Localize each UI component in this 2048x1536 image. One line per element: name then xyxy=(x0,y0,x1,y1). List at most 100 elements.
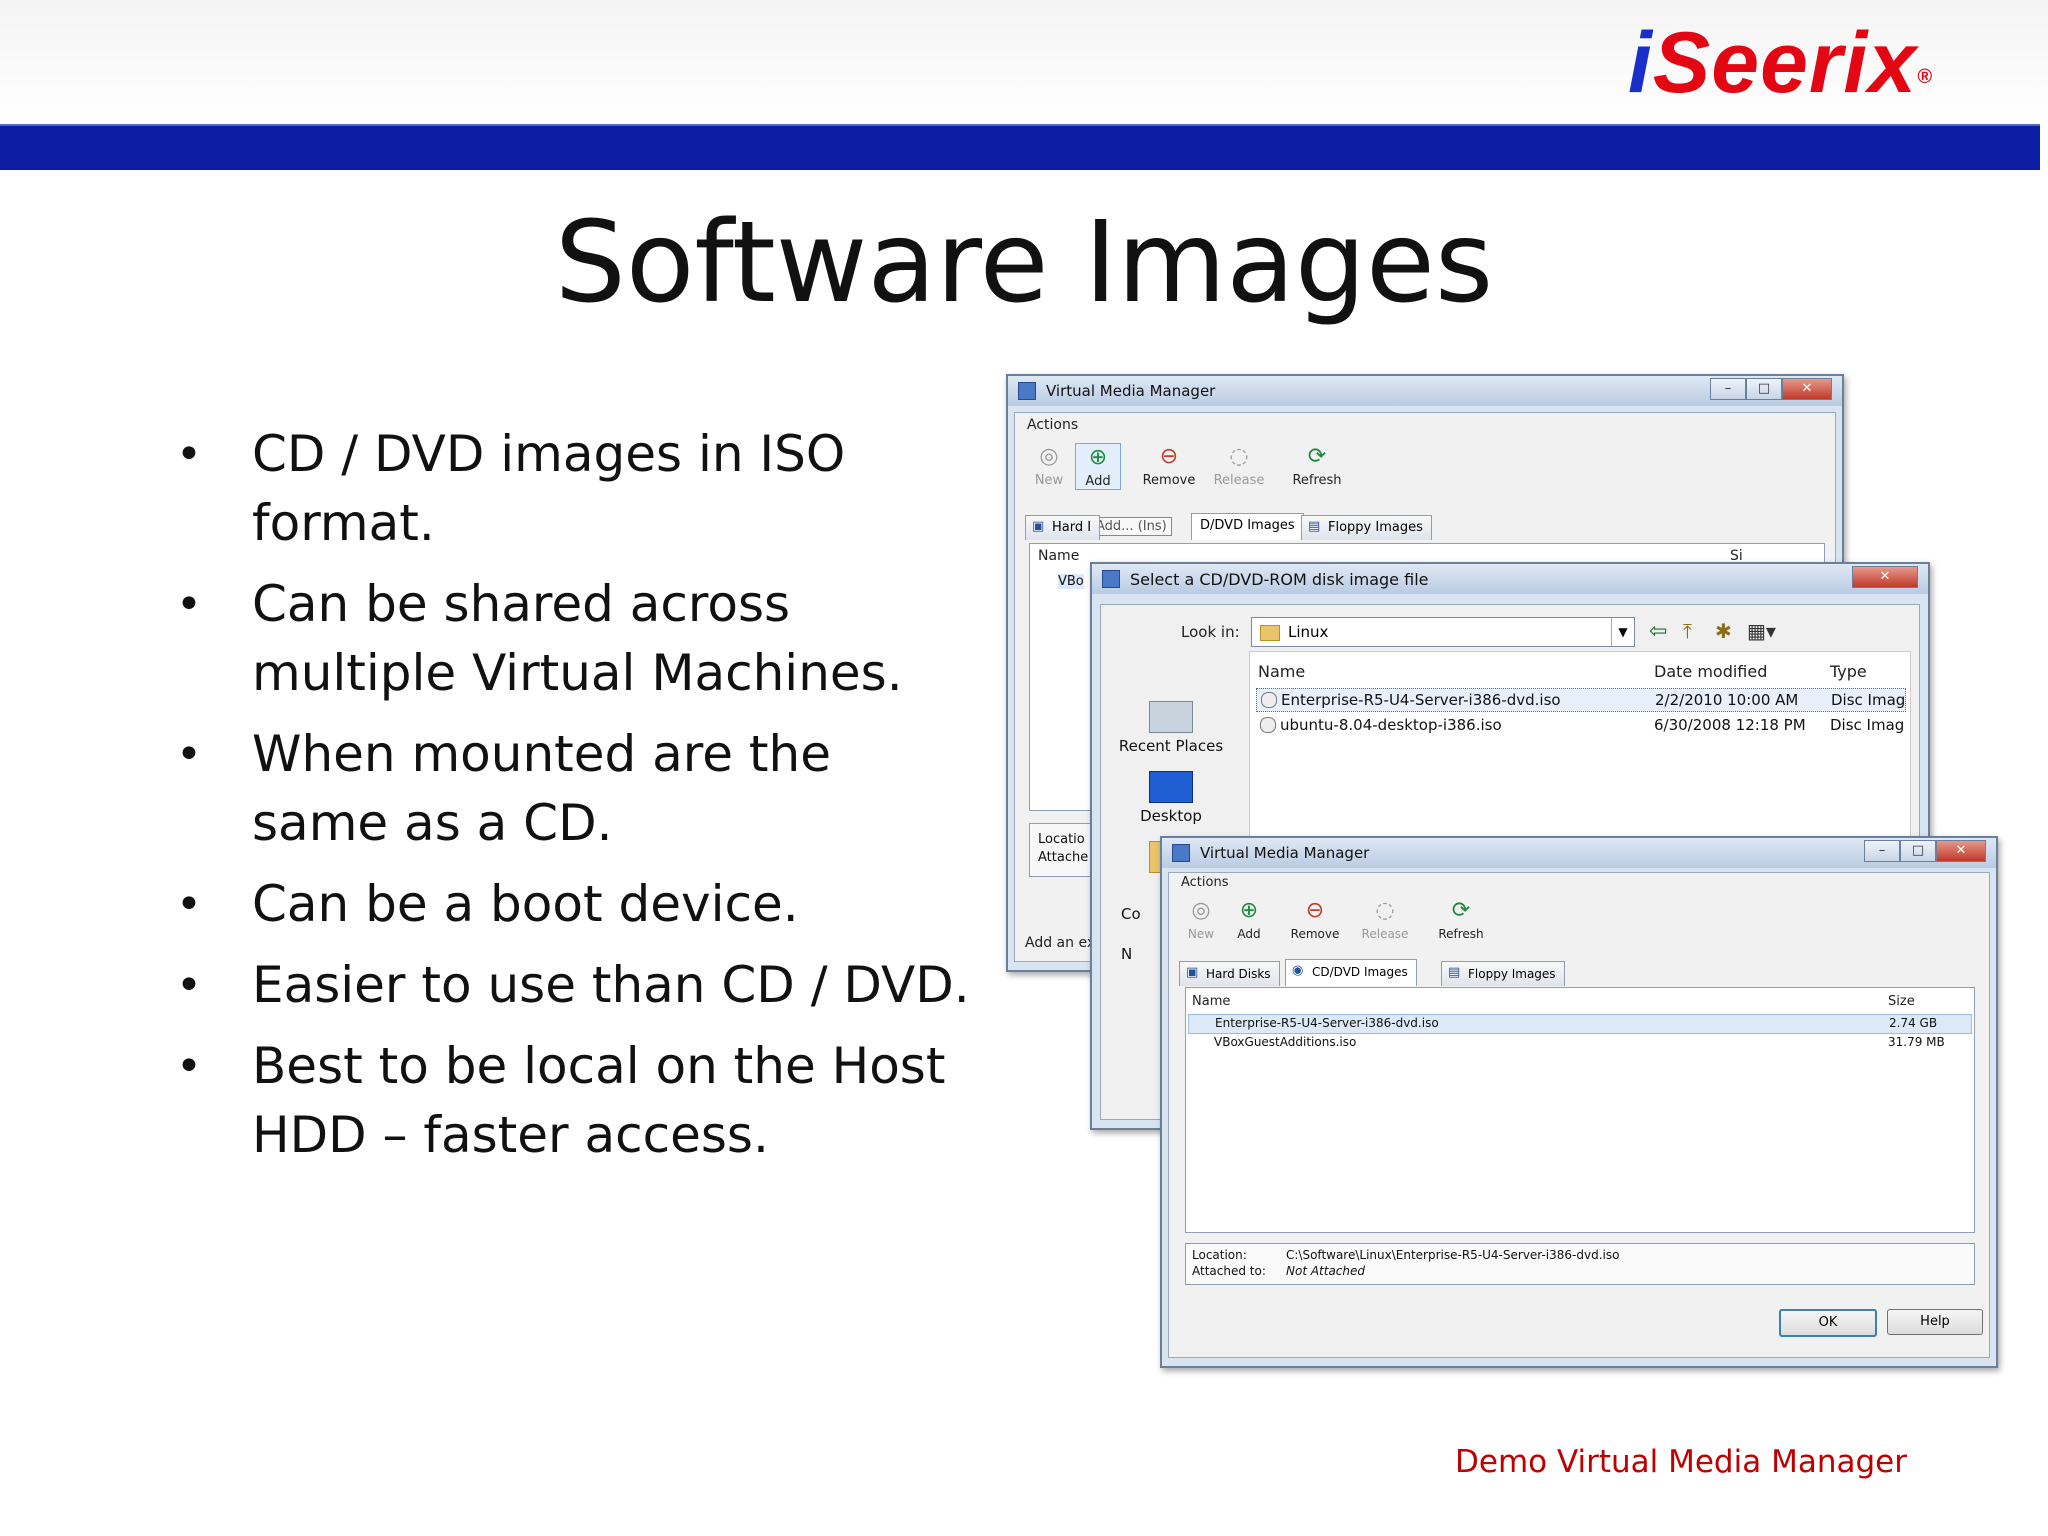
iseerix-logo: iSeerix® xyxy=(1628,15,1933,111)
new-button[interactable]: ◎ New xyxy=(1027,444,1071,489)
cd-icon: ◉ xyxy=(1292,963,1304,978)
close-button[interactable]: ✕ xyxy=(1936,840,1986,862)
location-value: C:\Software\Linux\Enterprise-R5-U4-Serve… xyxy=(1286,1248,1620,1262)
refresh-button[interactable]: ⟳ Refresh xyxy=(1287,444,1347,489)
window-title: Virtual Media Manager xyxy=(1200,844,1370,862)
media-list[interactable]: Name Size Enterprise-R5-U4-Server-i386-d… xyxy=(1185,987,1975,1233)
vmm-front-window: Virtual Media Manager – □ ✕ Actions ◎ New… xyxy=(1160,836,1998,1368)
attached-label: Attache xyxy=(1038,850,1089,865)
bullet-item: • Can be shared across multiple Virtual M… xyxy=(170,570,970,708)
look-in-combo[interactable]: Linux ▼ xyxy=(1251,617,1635,647)
iso-file-icon xyxy=(1260,717,1276,733)
places-desktop[interactable]: Desktop xyxy=(1111,771,1231,825)
window-body: Actions ◎ New ⊕ Add ⊖ Remove ◌ Release ⟳ Refr… xyxy=(1168,872,1990,1358)
table-row[interactable]: Enterprise-R5-U4-Server-i386-dvd.iso 2.7… xyxy=(1188,1014,1972,1034)
new-button[interactable]: ◎ New xyxy=(1179,899,1223,942)
title-bar: Select a CD/DVD-ROM disk image file ✕ xyxy=(1092,564,1928,594)
date-column-header[interactable]: Date modified xyxy=(1654,662,1767,681)
window-title: Virtual Media Manager xyxy=(1046,382,1216,400)
release-disk-icon: ◌ xyxy=(1229,444,1249,469)
bullet-dot: • xyxy=(176,429,202,480)
bullet-dot: • xyxy=(176,1041,202,1092)
size-column-header[interactable]: Size xyxy=(1888,994,1915,1009)
header-blue-bar xyxy=(0,124,2040,170)
folder-icon xyxy=(1260,624,1280,641)
add-disk-icon: ⊕ xyxy=(1088,445,1108,470)
location-label: Locatio xyxy=(1038,832,1085,847)
remove-disk-icon: ⊖ xyxy=(1159,444,1179,469)
name-column-header[interactable]: Name xyxy=(1192,994,1230,1009)
tab-hard-disks[interactable]: ▣ Hard Disks xyxy=(1179,961,1280,986)
status-text: Add an ex xyxy=(1025,935,1096,951)
actions-label: Actions xyxy=(1181,875,1229,890)
name-column-header[interactable]: Name xyxy=(1038,548,1079,564)
refresh-button[interactable]: ⟳ Refresh xyxy=(1431,898,1491,942)
remove-button[interactable]: ⊖ Remove xyxy=(1139,444,1199,489)
view-menu-icon[interactable]: ▦▾ xyxy=(1747,619,1776,643)
refresh-icon: ⟳ xyxy=(1451,898,1471,923)
iso-file-icon xyxy=(1261,692,1277,708)
add-tooltip: Add... (Ins) xyxy=(1091,517,1172,536)
virtualbox-icon xyxy=(1102,570,1120,588)
dialog-title: Select a CD/DVD-ROM disk image file xyxy=(1130,570,1429,589)
chevron-down-icon[interactable]: ▼ xyxy=(1611,618,1634,646)
help-button[interactable]: Help xyxy=(1887,1309,1983,1335)
look-in-label: Look in: xyxy=(1181,623,1240,641)
attached-label: Attached to: xyxy=(1192,1264,1266,1278)
table-row[interactable]: VBoxGuestAdditions.iso 31.79 MB xyxy=(1188,1034,1970,1052)
bullet-item: • Best to be local on the Host HDD – fast… xyxy=(170,1032,970,1170)
hard-disk-icon: ▣ xyxy=(1186,965,1199,980)
details-panel: Location: C:\Software\Linux\Enterprise-R… xyxy=(1185,1243,1975,1285)
hard-disk-icon: ▣ xyxy=(1032,519,1045,534)
release-button[interactable]: ◌ Release xyxy=(1209,444,1269,489)
refresh-icon: ⟳ xyxy=(1307,444,1327,469)
bullet-item: • Can be a boot device. xyxy=(170,870,970,939)
places-recent[interactable]: Recent Places xyxy=(1111,701,1231,755)
up-folder-icon[interactable]: ⤒ xyxy=(1683,619,1692,643)
minimize-button[interactable]: – xyxy=(1864,840,1900,862)
release-button[interactable]: ◌ Release xyxy=(1355,898,1415,942)
attached-value: Not Attached xyxy=(1286,1264,1366,1278)
list-item[interactable]: VBo xyxy=(1058,574,1084,589)
new-disk-icon: ◎ xyxy=(1039,444,1059,469)
type-column-header[interactable]: Type xyxy=(1830,662,1867,681)
remove-disk-icon: ⊖ xyxy=(1305,898,1325,923)
release-disk-icon: ◌ xyxy=(1375,898,1395,923)
add-disk-icon: ⊕ xyxy=(1239,898,1259,923)
minimize-button[interactable]: – xyxy=(1710,378,1746,400)
bullet-dot: • xyxy=(176,960,202,1011)
bullet-item: • When mounted are the same as a CD. xyxy=(170,720,970,858)
add-button[interactable]: ⊕ Add xyxy=(1227,898,1271,942)
file-row[interactable]: Enterprise-R5-U4-Server-i386-dvd.iso 2/2… xyxy=(1256,688,1906,712)
virtualbox-icon xyxy=(1172,844,1190,862)
title-bar: Virtual Media Manager – □ ✕ xyxy=(1162,838,1996,868)
desktop-icon xyxy=(1149,771,1193,803)
new-folder-icon[interactable]: ✱ xyxy=(1715,619,1732,643)
location-label: Location: xyxy=(1192,1248,1247,1262)
bullet-item: • CD / DVD images in ISO format. xyxy=(170,420,970,558)
add-button[interactable]: ⊕ Add xyxy=(1075,443,1121,490)
ok-button[interactable]: OK xyxy=(1779,1309,1877,1337)
floppy-icon: ▤ xyxy=(1308,519,1321,534)
tab-floppy-images[interactable]: ▤ Floppy Images xyxy=(1301,515,1432,540)
recent-places-icon xyxy=(1149,701,1193,733)
tab-cd-dvd-images[interactable]: ◉ CD/DVD Images xyxy=(1285,959,1417,986)
actions-label: Actions xyxy=(1027,417,1079,433)
tab-floppy-images[interactable]: ▤ Floppy Images xyxy=(1441,961,1565,986)
maximize-button[interactable]: □ xyxy=(1900,840,1936,862)
maximize-button[interactable]: □ xyxy=(1746,378,1782,400)
name-column-header[interactable]: Name xyxy=(1258,662,1305,681)
close-button[interactable]: ✕ xyxy=(1782,378,1832,400)
back-icon[interactable]: ⇦ xyxy=(1649,619,1667,644)
bullet-list: • CD / DVD images in ISO format. • Can be … xyxy=(170,420,970,1182)
bullet-dot: • xyxy=(176,729,202,780)
virtualbox-icon xyxy=(1018,382,1036,400)
floppy-icon: ▤ xyxy=(1448,965,1461,980)
title-bar: Virtual Media Manager – □ ✕ xyxy=(1008,376,1842,406)
tab-cd-dvd-images[interactable]: D/DVD Images xyxy=(1191,513,1304,540)
remove-button[interactable]: ⊖ Remove xyxy=(1285,898,1345,942)
bullet-item: • Easier to use than CD / DVD. xyxy=(170,951,970,1020)
file-row[interactable]: ubuntu-8.04-desktop-i386.iso 6/30/2008 1… xyxy=(1256,714,1904,736)
tab-hard-disks[interactable]: ▣ Hard I xyxy=(1025,515,1101,540)
close-button[interactable]: ✕ xyxy=(1852,566,1918,588)
